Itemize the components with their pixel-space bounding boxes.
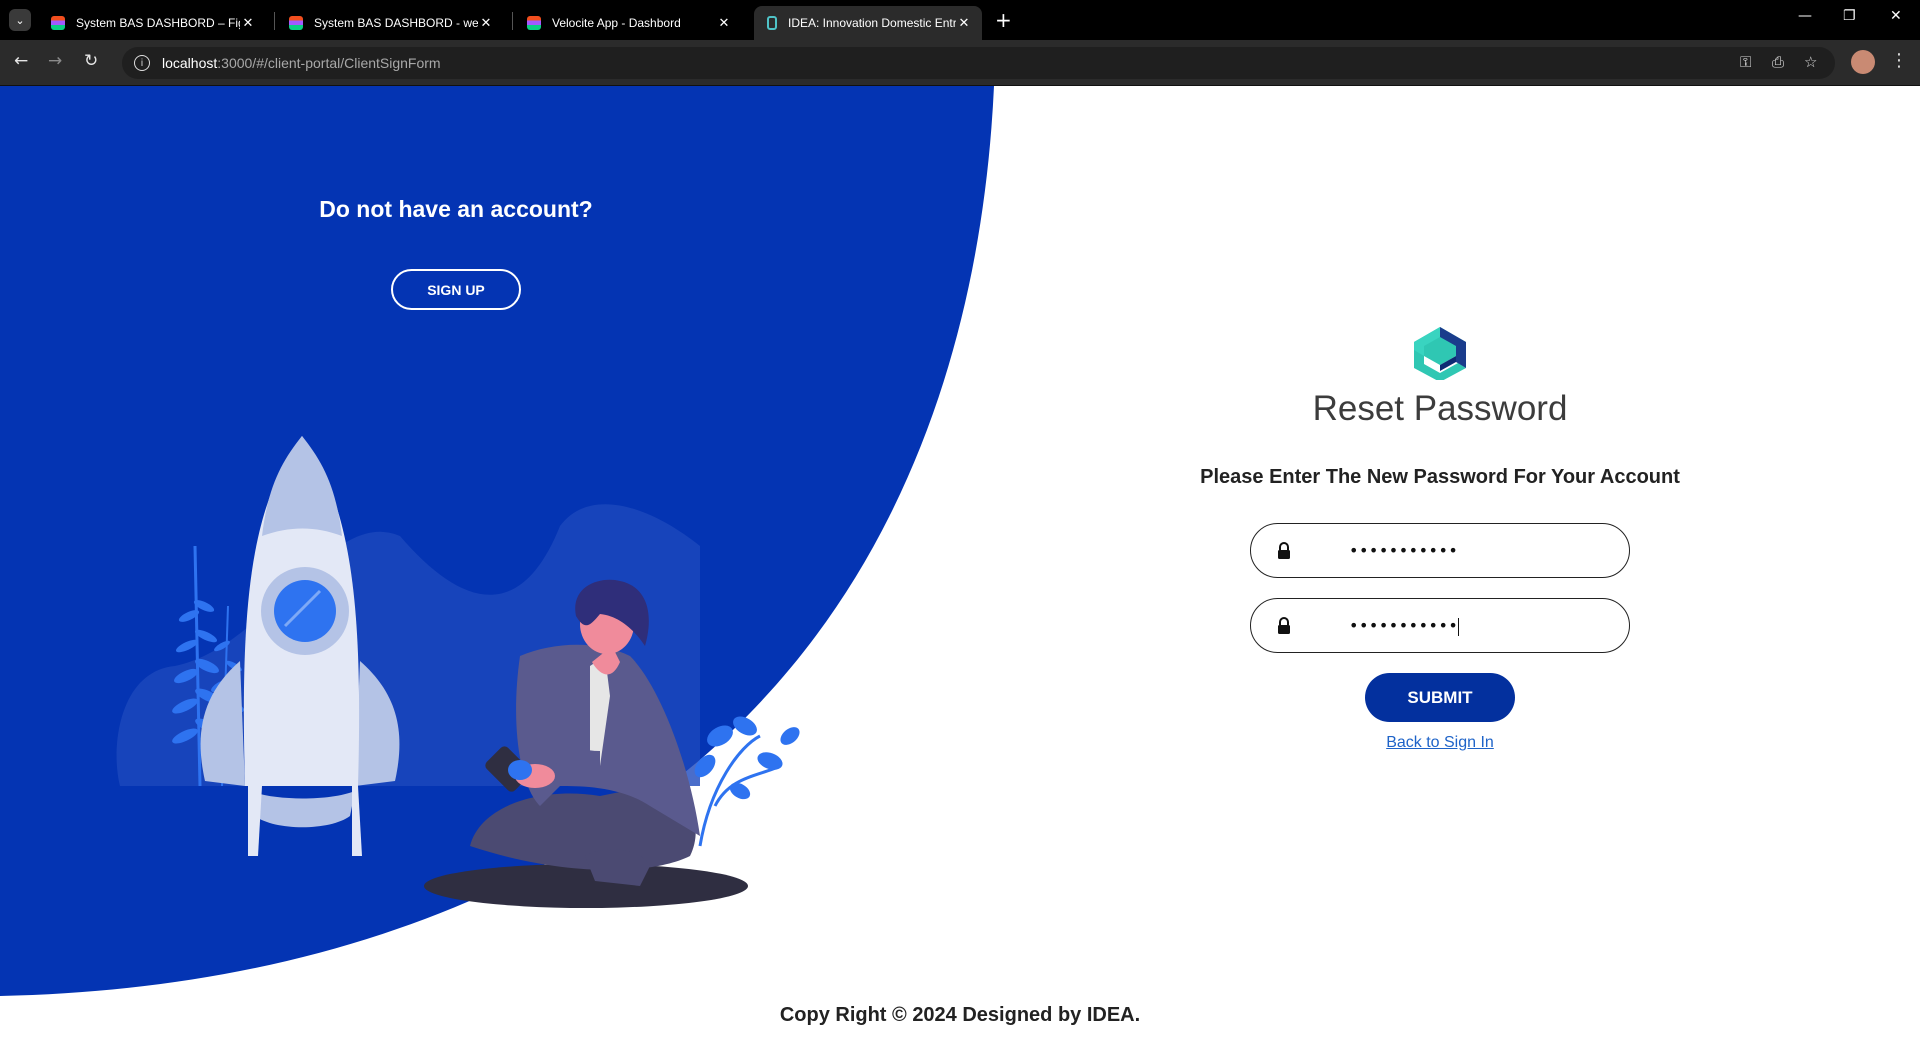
address-bar[interactable]: i localhost:3000/#/client-portal/ClientS…	[122, 47, 1835, 79]
copyright-footer: Copy Right © 2024 Designed by IDEA.	[779, 1004, 1141, 1026]
figma-icon	[289, 16, 303, 30]
lock-icon	[1278, 617, 1290, 634]
blue-side-panel	[0, 86, 994, 996]
close-tab-icon[interactable]: ✕	[240, 16, 256, 31]
back-to-sign-in-link[interactable]: Back to Sign In	[1386, 734, 1494, 752]
install-app-icon[interactable]: ⎙	[1772, 53, 1784, 71]
confirm-password-value: •••••••••••	[1349, 616, 1459, 635]
profile-avatar[interactable]	[1851, 50, 1875, 74]
window-close-icon[interactable]: ✕	[1890, 8, 1902, 24]
close-tab-icon[interactable]: ✕	[716, 16, 732, 31]
restore-icon[interactable]: ❐	[1843, 8, 1856, 24]
back-icon[interactable]: ←	[14, 51, 28, 71]
tab-title: Velocite App - Dashbord	[552, 16, 681, 30]
browser-tab[interactable]: System BAS DASHBORD - web ✕	[276, 6, 504, 40]
tab-title: IDEA: Innovation Domestic Entr	[788, 16, 956, 30]
close-tab-icon[interactable]: ✕	[956, 16, 972, 31]
figma-icon	[527, 16, 541, 30]
minimize-icon[interactable]: —	[1798, 8, 1812, 24]
url-path: :3000/#/client-portal/ClientSignForm	[217, 55, 441, 71]
confirm-password-value-wrap: •••••••••••	[1349, 616, 1460, 636]
site-info-icon[interactable]: i	[134, 55, 150, 71]
new-password-field[interactable]: •••••••••••	[1250, 523, 1630, 578]
bookmark-star-icon[interactable]: ☆	[1804, 53, 1817, 71]
submit-button[interactable]: SUBMIT	[1365, 673, 1515, 722]
browser-toolbar: ← → ↻ i localhost:3000/#/client-portal/C…	[0, 40, 1920, 86]
new-password-value: •••••••••••	[1349, 541, 1459, 560]
close-tab-icon[interactable]: ✕	[478, 16, 494, 31]
browser-tab[interactable]: System BAS DASHBORD – Figma ✕	[38, 6, 266, 40]
sign-up-button[interactable]: SIGN UP	[391, 269, 521, 310]
url-host: localhost	[162, 55, 218, 71]
page-content: Do not have an account? SIGN UP Reset Pa…	[0, 86, 1920, 1040]
browser-menu-icon[interactable]: ⋮	[1890, 50, 1908, 71]
no-account-heading: Do not have an account?	[319, 196, 593, 222]
browser-tab-active[interactable]: IDEA: Innovation Domestic Entr ✕	[754, 6, 982, 40]
tab-search-button[interactable]: ⌄	[9, 9, 31, 31]
forward-icon[interactable]: →	[48, 51, 62, 71]
key-icon[interactable]: ⚿	[1740, 53, 1751, 71]
idea-icon	[767, 16, 777, 30]
browser-tab[interactable]: Velocite App - Dashbord ✕	[514, 6, 742, 40]
confirm-password-field[interactable]: •••••••••••	[1250, 598, 1630, 653]
tab-title: System BAS DASHBORD - web	[314, 16, 478, 30]
reload-icon[interactable]: ↻	[84, 51, 98, 71]
text-caret	[1458, 617, 1460, 636]
new-tab-button[interactable]: +	[995, 8, 1012, 32]
idea-logo-icon	[1414, 327, 1466, 380]
browser-tab-bar: ⌄ System BAS DASHBORD – Figma ✕ System B…	[0, 0, 1920, 40]
form-subtitle: Please Enter The New Password For Your A…	[1200, 466, 1680, 488]
page-title: Reset Password	[1312, 389, 1568, 428]
tab-title: System BAS DASHBORD – Figma	[76, 16, 240, 30]
figma-icon	[51, 16, 65, 30]
lock-icon	[1278, 542, 1290, 559]
